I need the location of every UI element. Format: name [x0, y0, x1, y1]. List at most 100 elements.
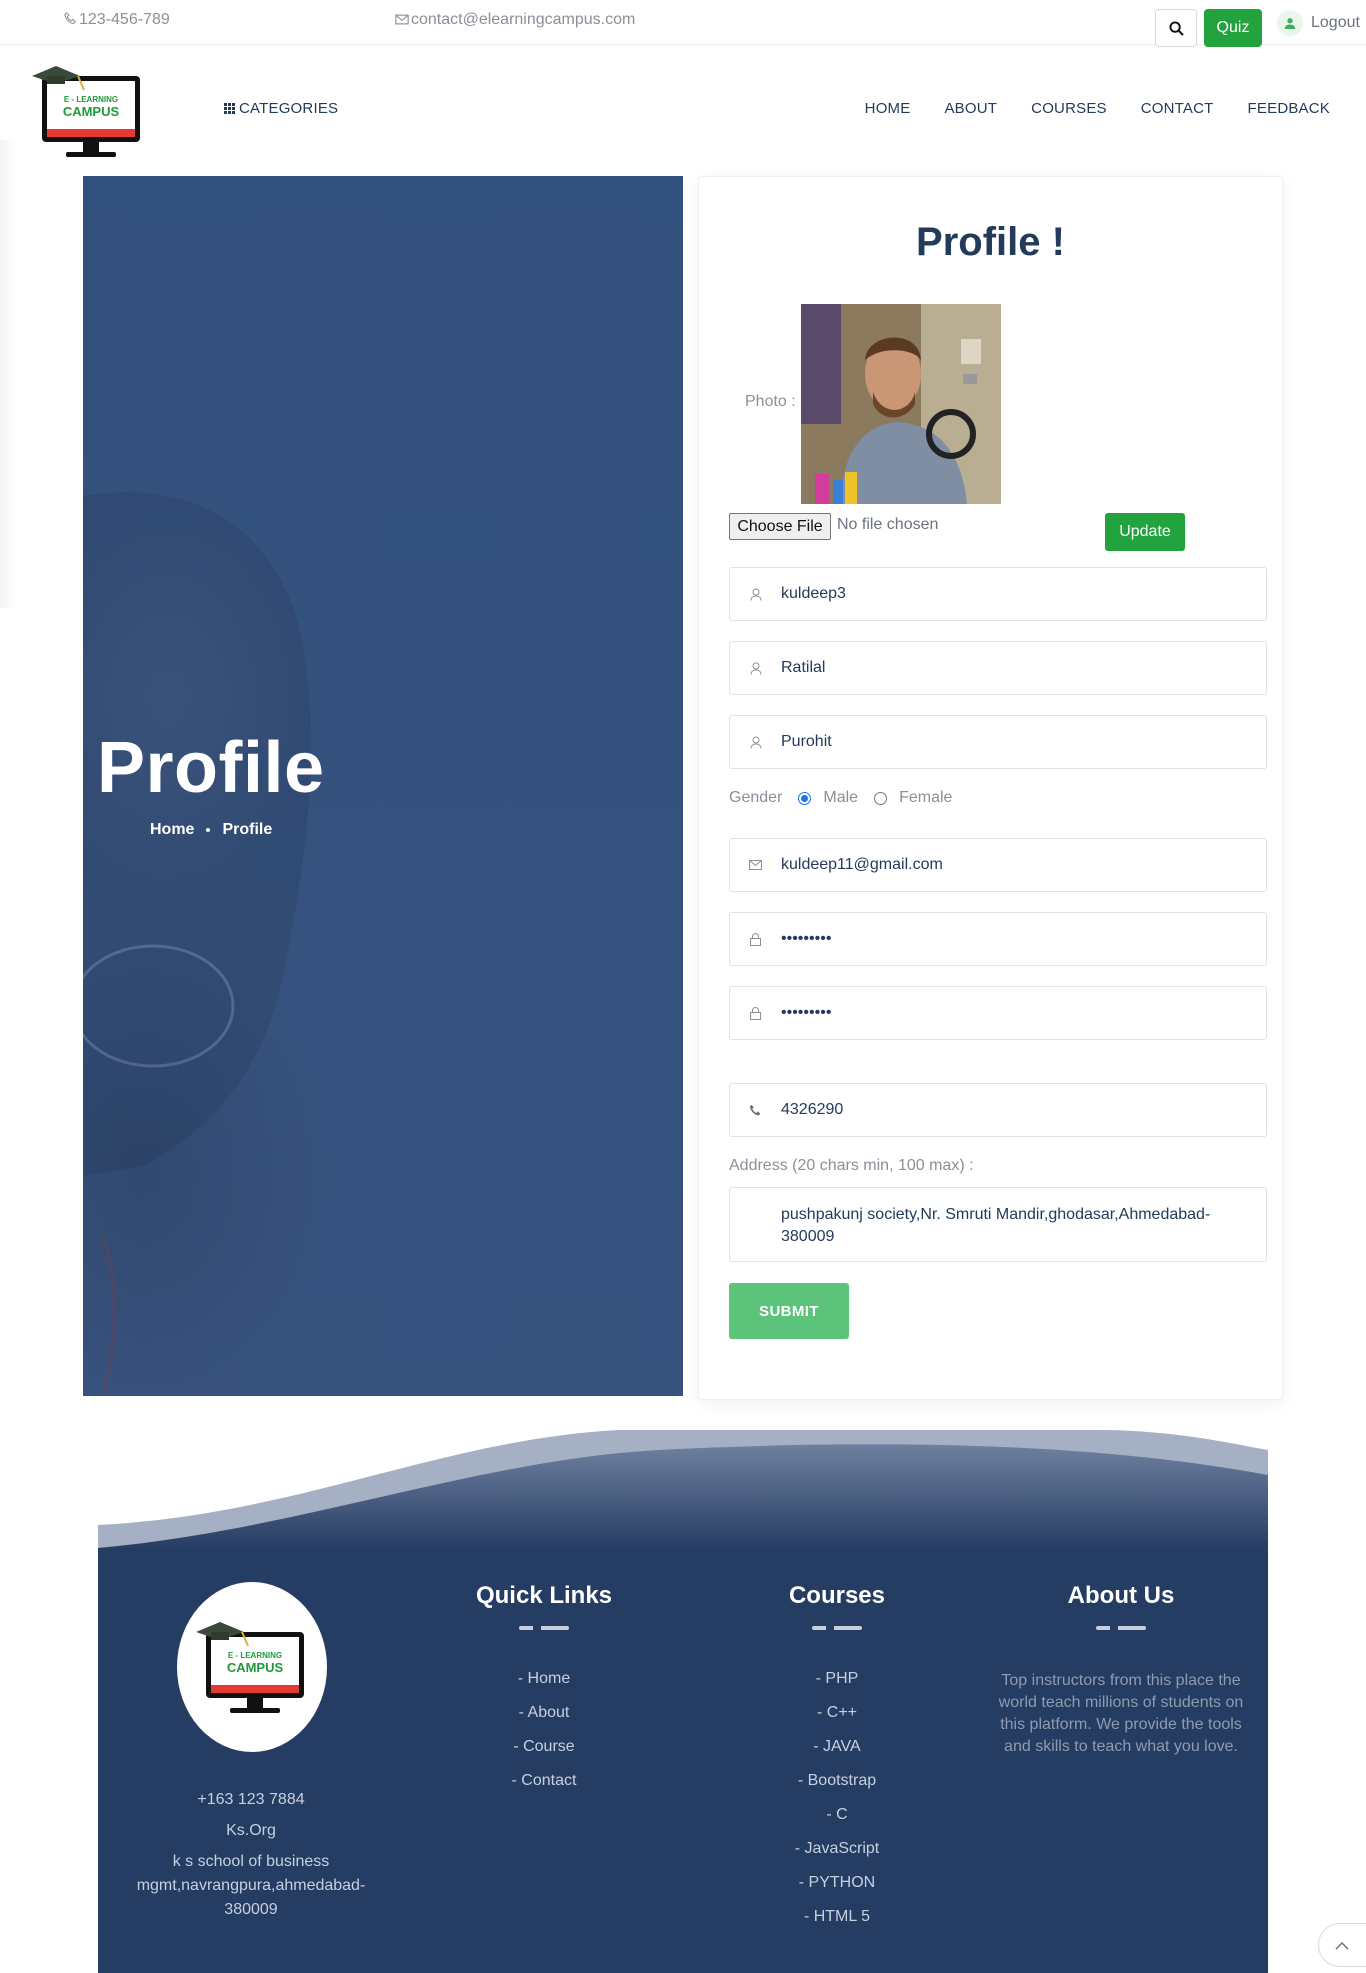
password-value: •••••••••: [781, 930, 832, 947]
footer-quick-links: Quick Links - Home - About - Course - Co…: [394, 1582, 694, 1806]
nav-item-home[interactable]: HOME: [865, 100, 911, 117]
footer-course-item[interactable]: - C: [687, 1806, 987, 1840]
quick-links-title: Quick Links: [475, 1582, 613, 1609]
footer-logo-line2: CAMPUS: [227, 1660, 284, 1675]
logo-line2: CAMPUS: [63, 104, 120, 119]
footer-phone: +163 123 7884: [197, 1791, 305, 1808]
topbar-phone-text: 123-456-789: [79, 11, 170, 28]
no-file-text: No file chosen: [837, 516, 939, 533]
email-field[interactable]: kuldeep11@gmail.com: [729, 838, 1267, 892]
form-title: Profile !: [916, 220, 1065, 264]
user-icon: [730, 662, 781, 675]
gender-female-radio[interactable]: [874, 791, 888, 805]
footer-course-item[interactable]: - JavaScript: [687, 1840, 987, 1874]
categories-label: CATEGORIES: [239, 100, 339, 117]
mail-icon: [730, 860, 781, 870]
categories-menu[interactable]: CATEGORIES: [224, 100, 338, 117]
profile-photo: [801, 304, 1001, 504]
breadcrumb: Home Profile: [150, 821, 272, 839]
profile-form-card: Profile ! Photo : Choose File No file ch…: [698, 176, 1283, 1400]
breadcrumb-separator: [206, 828, 211, 832]
footer-logo-line1: E - LEARNING: [228, 1651, 282, 1660]
footer-link-course[interactable]: - Course: [394, 1738, 694, 1772]
footer-course-item[interactable]: - PHP: [687, 1670, 987, 1704]
footer-logo[interactable]: E - LEARNING CAMPUS: [177, 1582, 327, 1752]
gender-label: Gender: [729, 789, 783, 806]
footer-course-item[interactable]: - C++: [687, 1704, 987, 1738]
site-footer: E - LEARNING CAMPUS +163 123 7884 Ks.Org…: [98, 1548, 1268, 1973]
footer-link-contact[interactable]: - Contact: [394, 1772, 694, 1806]
gender-male-radio[interactable]: [798, 791, 812, 805]
footer-course-item[interactable]: - JAVA: [687, 1738, 987, 1772]
lock-icon: [730, 1006, 781, 1020]
address-label: Address (20 chars min, 100 max) :: [729, 1157, 974, 1174]
search-button[interactable]: [1155, 9, 1197, 47]
logout-label: Logout: [1311, 14, 1360, 31]
topbar-email-text: contact@elearningcampus.com: [411, 11, 636, 28]
scroll-to-top-button[interactable]: [1318, 1923, 1366, 1967]
title-underline: [519, 1626, 569, 1630]
top-bar: 123-456-789 contact@elearningcampus.com …: [0, 0, 1366, 47]
left-edge-shade: [0, 140, 18, 608]
update-photo-button[interactable]: Update: [1105, 513, 1185, 551]
grid-icon: [224, 103, 235, 114]
footer-about: About Us Top instructors from this place…: [980, 1582, 1262, 1758]
last-name-field[interactable]: Purohit: [729, 715, 1267, 769]
mail-icon: [395, 14, 409, 25]
title-underline: [812, 1626, 862, 1630]
footer-course-item[interactable]: - Bootstrap: [687, 1772, 987, 1806]
breadcrumb-current: Profile: [222, 821, 273, 838]
title-underline: [1096, 1626, 1146, 1630]
nav-item-feedback[interactable]: FEEDBACK: [1248, 100, 1330, 117]
gender-female-label: Female: [899, 789, 953, 806]
footer-org: Ks.Org: [226, 1822, 276, 1839]
confirm-password-field[interactable]: •••••••••: [729, 986, 1267, 1040]
hero-title: Profile: [97, 728, 325, 808]
footer-wave: [98, 1430, 1268, 1550]
phone-icon: [730, 1104, 781, 1117]
confirm-password-value: •••••••••: [781, 1004, 832, 1021]
about-title: About Us: [1067, 1582, 1175, 1609]
breadcrumb-home[interactable]: Home: [150, 821, 194, 839]
user-icon: [730, 736, 781, 749]
footer-link-about[interactable]: - About: [394, 1704, 694, 1738]
choose-file-button[interactable]: Choose File: [729, 513, 831, 540]
username-field[interactable]: kuldeep3: [729, 567, 1267, 621]
about-text: Top instructors from this place the worl…: [998, 1672, 1244, 1755]
logo-line1: E - LEARNING: [64, 95, 118, 104]
last-name-value: Purohit: [781, 733, 832, 750]
nav-item-courses[interactable]: COURSES: [1031, 100, 1107, 117]
username-value: kuldeep3: [781, 585, 846, 602]
email-value: kuldeep11@gmail.com: [781, 856, 943, 873]
address-textarea[interactable]: pushpakunj society,Nr. Smruti Mandir,gho…: [729, 1187, 1267, 1262]
gender-male-label: Male: [823, 789, 859, 806]
logout-link[interactable]: Logout: [1277, 10, 1360, 36]
phone-field[interactable]: 4326290: [729, 1083, 1267, 1137]
photo-label: Photo :: [745, 393, 796, 410]
site-logo[interactable]: E - LEARNING CAMPUS: [28, 62, 148, 160]
search-icon: [1168, 20, 1184, 36]
user-icon: [1277, 10, 1303, 36]
footer-course-item[interactable]: - PYTHON: [687, 1874, 987, 1908]
quiz-button[interactable]: Quiz: [1204, 9, 1262, 47]
footer-address: k s school of business mgmt,navrangpura,…: [136, 1853, 366, 1918]
middle-name-field[interactable]: Ratilal: [729, 641, 1267, 695]
chevron-up-icon: [1335, 1941, 1349, 1950]
topbar-phone[interactable]: 123-456-789: [64, 11, 170, 29]
courses-title: Courses: [788, 1582, 886, 1609]
phone-icon: [64, 12, 77, 24]
phone-value: 4326290: [781, 1101, 844, 1118]
nav-item-about[interactable]: ABOUT: [944, 100, 997, 117]
footer-courses: Courses - PHP - C++ - JAVA - Bootstrap -…: [687, 1582, 987, 1942]
submit-button[interactable]: SUBMIT: [729, 1283, 849, 1339]
main-nav: HOME ABOUT COURSES CONTACT FEEDBACK: [865, 100, 1330, 117]
middle-name-value: Ratilal: [781, 659, 826, 676]
gender-group: Gender Male Female: [729, 789, 952, 807]
hero-banner: Profile Home Profile: [83, 176, 683, 1396]
footer-course-item[interactable]: - HTML 5: [687, 1908, 987, 1942]
lock-icon: [730, 932, 781, 946]
topbar-email[interactable]: contact@elearningcampus.com: [395, 11, 635, 29]
footer-link-home[interactable]: - Home: [394, 1670, 694, 1704]
password-field[interactable]: •••••••••: [729, 912, 1267, 966]
nav-item-contact[interactable]: CONTACT: [1141, 100, 1214, 117]
